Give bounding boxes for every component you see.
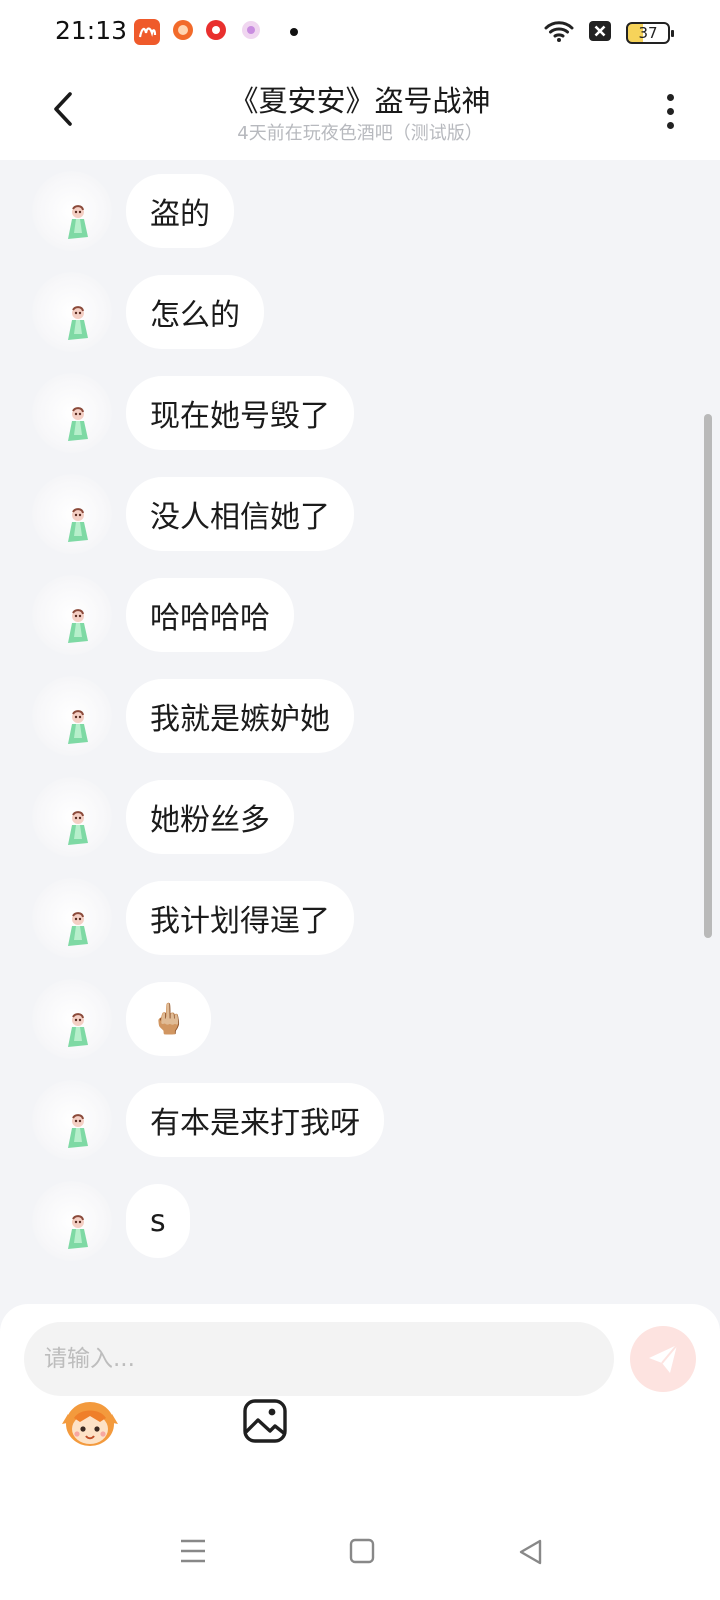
message-row: 我就是嫉妒她 [32,676,354,756]
message-row: 现在她号毁了 [32,373,354,453]
battery-indicator: 37 [626,22,674,44]
page-subtitle: 4天前在玩夜色酒吧（测试版） [237,123,483,144]
message-bubble[interactable]: s [126,1184,190,1258]
avatar-character-icon [68,1013,88,1047]
message-bubble[interactable]: 现在她号毁了 [126,376,354,450]
avatar[interactable] [32,1080,112,1160]
notification-dot [290,28,298,36]
chat-header: 《夏安安》盗号战神 4天前在玩夜色酒吧（测试版） [0,64,720,160]
avatar[interactable] [32,272,112,352]
message-bubble[interactable]: 🖕🏼 [126,982,212,1056]
avatar-character-icon [68,407,88,441]
message-bubble[interactable]: 我就是嫉妒她 [126,679,354,753]
more-vertical-icon [666,93,674,101]
image-icon [243,1399,287,1443]
avatar-character-icon [68,306,88,340]
avatar-character-icon [68,609,88,643]
message-bubble[interactable]: 有本是来打我呀 [126,1083,384,1157]
message-row: 怎么的 [32,272,264,352]
menu-icon [181,1539,205,1563]
avatar[interactable] [32,878,112,958]
avatar[interactable] [32,373,112,453]
nav-home-button[interactable] [349,1538,375,1568]
status-right-group: 37 [544,19,674,47]
system-nav-bar [0,1520,720,1600]
message-row: 有本是来打我呀 [32,1080,384,1160]
wifi-icon [544,19,574,47]
avatar-character-icon [68,811,88,845]
avatar[interactable] [32,979,112,1059]
scrollbar[interactable] [704,414,712,938]
send-icon [649,1344,678,1373]
image-button[interactable] [242,1398,288,1448]
message-bubble[interactable]: 盗的 [126,174,234,248]
message-bubble[interactable]: 没人相信她了 [126,477,354,551]
avatar[interactable] [32,777,112,857]
message-row: 盗的 [32,171,234,251]
character-avatar-button[interactable] [60,1396,120,1452]
avatar-character-icon [68,1114,88,1148]
message-bubble[interactable]: 她粉丝多 [126,780,294,854]
message-bubble[interactable]: 我计划得逞了 [126,881,354,955]
app-notification-icon-2 [172,19,194,45]
message-bubble[interactable]: 怎么的 [126,275,264,349]
avatar[interactable] [32,171,112,251]
message-row: 哈哈哈哈 [32,575,294,655]
send-button[interactable] [630,1326,696,1392]
message-row: 没人相信她了 [32,474,354,554]
message-row: 她粉丝多 [32,777,294,857]
no-sim-icon [588,20,612,46]
message-input[interactable] [24,1322,614,1396]
avatar[interactable] [32,575,112,655]
app-notification-icon-4 [240,19,262,45]
app-notification-icon-1 [134,19,160,49]
avatar-character-icon [68,508,88,542]
avatar-character-icon [68,710,88,744]
chat-message-list[interactable]: 盗的怎么的现在她号毁了 没人相信她了 哈哈哈哈我就是嫉妒她 她粉丝多我计划得逞了 🖕🏼 有… [0,160,720,1304]
message-row: s [32,1181,190,1261]
nav-back-icon [519,1539,542,1565]
avatar[interactable] [32,1181,112,1261]
message-bubble[interactable]: 哈哈哈哈 [126,578,294,652]
page-title: 《夏安安》盗号战神 [229,84,491,118]
avatar-character-icon [68,205,88,239]
home-icon [349,1538,375,1564]
status-bar: 21:13 37 [0,0,720,64]
message-row: 🖕🏼 [32,979,212,1059]
app-notification-icon-3 [205,19,227,45]
avatar-character-icon [68,1215,88,1249]
avatar-character-icon [68,912,88,946]
avatar[interactable] [32,474,112,554]
nav-back-button[interactable] [517,1538,543,1570]
status-time: 21:13 [55,16,128,45]
message-row: 我计划得逞了 [32,878,354,958]
more-options-button[interactable] [650,86,690,136]
character-avatar-icon [62,1402,118,1446]
avatar[interactable] [32,676,112,756]
nav-menu-button[interactable] [180,1538,206,1568]
